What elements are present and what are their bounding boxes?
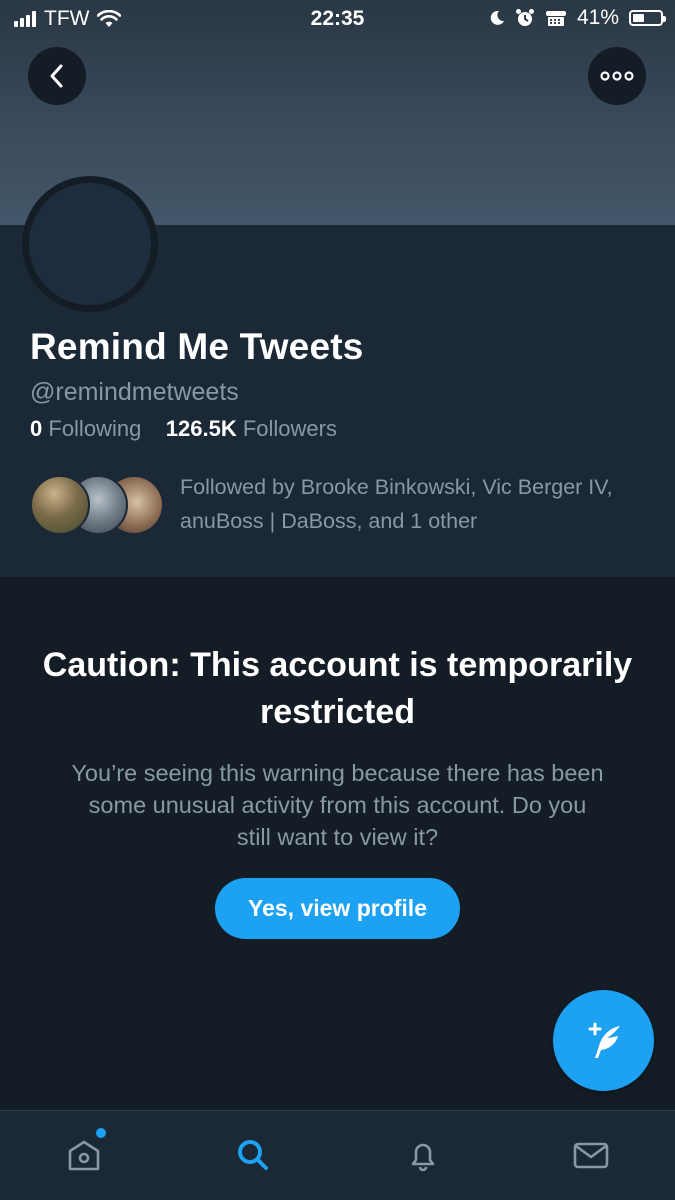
followers-label: Followers xyxy=(242,416,337,441)
view-profile-button[interactable]: Yes, view profile xyxy=(215,878,460,939)
profile-handle: @remindmetweets xyxy=(30,378,239,406)
messages-icon xyxy=(573,1142,609,1169)
more-icon xyxy=(600,71,634,81)
avatar xyxy=(29,183,151,305)
search-icon xyxy=(238,1140,268,1170)
status-bar: TFW 22:35 41% xyxy=(0,0,675,38)
notifications-icon xyxy=(411,1143,435,1172)
moon-icon xyxy=(490,10,504,25)
warning-title: Caution: This account is temporarily res… xyxy=(42,646,633,731)
back-button[interactable] xyxy=(28,47,86,105)
followers-link[interactable]: 126.5K Followers xyxy=(166,416,337,441)
compose-tweet-button[interactable] xyxy=(553,990,654,1091)
profile-stats: 0 Following 126.5K Followers xyxy=(30,416,337,442)
compose-feather-icon xyxy=(588,1022,620,1058)
status-right: 41% xyxy=(489,6,666,30)
following-link[interactable]: 0 Following xyxy=(30,416,141,441)
home-icon xyxy=(68,1140,100,1171)
battery-percent: 41% xyxy=(576,6,619,29)
tab-messages[interactable] xyxy=(569,1133,613,1177)
followed-by-text[interactable]: Followed by Brooke Binkowski, Vic Berger… xyxy=(180,470,650,538)
home-notification-dot xyxy=(96,1128,106,1138)
followed-by-avatars[interactable] xyxy=(30,475,164,535)
chevron-left-icon xyxy=(50,64,63,88)
tab-search[interactable] xyxy=(231,1133,275,1177)
tab-home[interactable] xyxy=(62,1133,106,1177)
tab-bar xyxy=(0,1110,675,1200)
battery-icon xyxy=(629,10,666,26)
warning-message: You’re seeing this warning because there… xyxy=(71,760,604,850)
following-label: Following xyxy=(48,416,142,441)
more-options-button[interactable] xyxy=(588,47,646,105)
profile-avatar[interactable] xyxy=(22,176,158,312)
profile-name: Remind Me Tweets xyxy=(30,326,364,367)
following-count: 0 xyxy=(30,416,43,441)
alarm-icon xyxy=(515,9,534,26)
follower-avatar xyxy=(30,475,90,535)
tab-notifications[interactable] xyxy=(401,1133,445,1177)
followers-count: 126.5K xyxy=(165,416,237,441)
battery-level xyxy=(633,14,644,22)
tty-icon xyxy=(545,11,566,26)
